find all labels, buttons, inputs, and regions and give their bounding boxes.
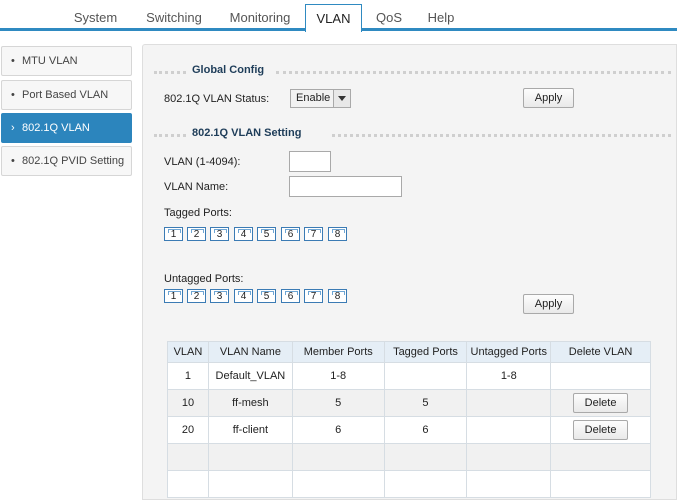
vlan-name-label: VLAN Name: <box>164 181 229 193</box>
untagged-port-checkbox[interactable]: 4 <box>234 289 253 303</box>
tagged-port-checkbox[interactable]: 5 <box>257 227 276 241</box>
table-cell <box>167 470 209 498</box>
table-cell <box>383 443 468 471</box>
vlan-id-label: VLAN (1-4094): <box>164 156 241 168</box>
sidebar-item-label: Port Based VLAN <box>22 89 109 101</box>
tab-monitoring[interactable]: Monitoring <box>220 8 300 29</box>
column-header: VLAN Name <box>207 341 293 363</box>
section-divider <box>332 134 671 137</box>
untagged-port-checkbox[interactable]: 1 <box>164 289 183 303</box>
tagged-port-checkbox[interactable]: 3 <box>210 227 229 241</box>
tab-switching[interactable]: Switching <box>139 8 209 29</box>
vlan-name-input[interactable] <box>289 176 402 197</box>
tagged-port-checkbox[interactable]: 1 <box>164 227 183 241</box>
table-cell: 5 <box>291 389 385 417</box>
table-cell: 1-8 <box>291 362 385 390</box>
column-header: Member Ports <box>291 341 385 363</box>
table-cell: 1-8 <box>466 362 552 390</box>
column-header: Tagged Ports <box>383 341 468 363</box>
table-cell <box>291 443 385 471</box>
chevron-down-icon <box>333 90 350 107</box>
table-row: 1 Default_VLAN 1-8 1-8 <box>167 362 651 390</box>
global-config-title: Global Config <box>192 64 265 76</box>
column-header: VLAN <box>167 341 209 363</box>
untagged-port-checkbox[interactable]: 8 <box>328 289 347 303</box>
tagged-port-checkbox[interactable]: 4 <box>234 227 253 241</box>
table-cell <box>550 470 651 498</box>
sidebar-item-label: MTU VLAN <box>22 55 78 67</box>
table-row: 20 ff-client 6 6 Delete <box>167 416 651 444</box>
vlan-status-label: 802.1Q VLAN Status: <box>164 93 270 105</box>
section-divider <box>276 71 671 74</box>
global-apply-button[interactable]: Apply <box>523 88 574 108</box>
section-divider <box>154 71 186 74</box>
vlan-status-value: Enable <box>296 92 331 104</box>
table-cell <box>383 362 468 390</box>
sidebar-item-8021q-vlan[interactable]: › 802.1Q VLAN <box>1 113 132 143</box>
table-cell <box>207 470 293 498</box>
bullet-icon: • <box>11 155 15 167</box>
column-header: Untagged Ports <box>466 341 552 363</box>
table-cell <box>207 443 293 471</box>
table-cell <box>466 416 552 444</box>
table-cell <box>383 470 468 498</box>
tagged-port-checkbox[interactable]: 7 <box>304 227 323 241</box>
table-header-row: VLAN VLAN Name Member Ports Tagged Ports… <box>167 341 651 363</box>
delete-vlan-button[interactable]: Delete <box>573 393 629 413</box>
chevron-right-icon: › <box>11 122 15 134</box>
section-divider <box>154 134 186 137</box>
table-cell: 5 <box>383 389 468 417</box>
table-cell <box>550 443 651 471</box>
untagged-port-checkbox[interactable]: 5 <box>257 289 276 303</box>
table-cell: 10 <box>167 389 209 417</box>
table-cell <box>167 443 209 471</box>
untagged-port-checkbox[interactable]: 2 <box>187 289 206 303</box>
table-cell: ff-client <box>207 416 293 444</box>
vlan-id-input[interactable] <box>289 151 331 172</box>
sidebar-item-label: 802.1Q PVID Setting <box>22 155 125 167</box>
table-cell: Default_VLAN <box>207 362 293 390</box>
tagged-port-checkbox[interactable]: 6 <box>281 227 300 241</box>
table-cell: Delete <box>550 416 651 444</box>
tab-help[interactable]: Help <box>417 8 465 29</box>
tagged-ports-label: Tagged Ports: <box>164 207 232 219</box>
table-cell: ff-mesh <box>207 389 293 417</box>
tab-qos[interactable]: QoS <box>367 8 411 29</box>
vlan-table: VLAN VLAN Name Member Ports Tagged Ports… <box>167 341 651 498</box>
sidebar-item-port-based-vlan[interactable]: • Port Based VLAN <box>1 80 132 110</box>
untagged-ports-label: Untagged Ports: <box>164 273 244 285</box>
table-cell <box>466 443 552 471</box>
tagged-port-checkbox[interactable]: 8 <box>328 227 347 241</box>
vlan-setting-apply-button[interactable]: Apply <box>523 294 574 314</box>
sidebar-item-label: 802.1Q VLAN <box>22 122 90 134</box>
vlan-status-select[interactable]: Enable <box>290 89 351 108</box>
tagged-port-checkbox[interactable]: 2 <box>187 227 206 241</box>
delete-vlan-button[interactable]: Delete <box>573 420 629 440</box>
table-cell: Delete <box>550 389 651 417</box>
table-cell <box>466 470 552 498</box>
table-cell: 6 <box>383 416 468 444</box>
untagged-port-checkbox[interactable]: 7 <box>304 289 323 303</box>
sidebar-item-8021q-pvid-setting[interactable]: • 802.1Q PVID Setting <box>1 146 132 176</box>
table-row <box>167 470 651 498</box>
table-cell <box>466 389 552 417</box>
untagged-port-checkbox[interactable]: 3 <box>210 289 229 303</box>
main-panel: Global Config 802.1Q VLAN Status: Enable… <box>142 44 677 500</box>
tab-system[interactable]: System <box>63 8 128 29</box>
column-header: Delete VLAN <box>550 341 651 363</box>
vlan-setting-title: 802.1Q VLAN Setting <box>192 127 302 139</box>
table-cell: 1 <box>167 362 209 390</box>
tab-vlan[interactable]: VLAN <box>305 4 362 32</box>
bullet-icon: • <box>11 55 15 67</box>
table-cell <box>291 470 385 498</box>
sidebar-item-mtu-vlan[interactable]: • MTU VLAN <box>1 46 132 76</box>
table-row <box>167 443 651 471</box>
table-cell: 20 <box>167 416 209 444</box>
untagged-port-checkbox[interactable]: 6 <box>281 289 300 303</box>
table-cell: 6 <box>291 416 385 444</box>
table-row: 10 ff-mesh 5 5 Delete <box>167 389 651 417</box>
bullet-icon: • <box>11 89 15 101</box>
top-nav: System Switching Monitoring VLAN QoS Hel… <box>0 0 677 32</box>
table-cell <box>550 362 651 390</box>
